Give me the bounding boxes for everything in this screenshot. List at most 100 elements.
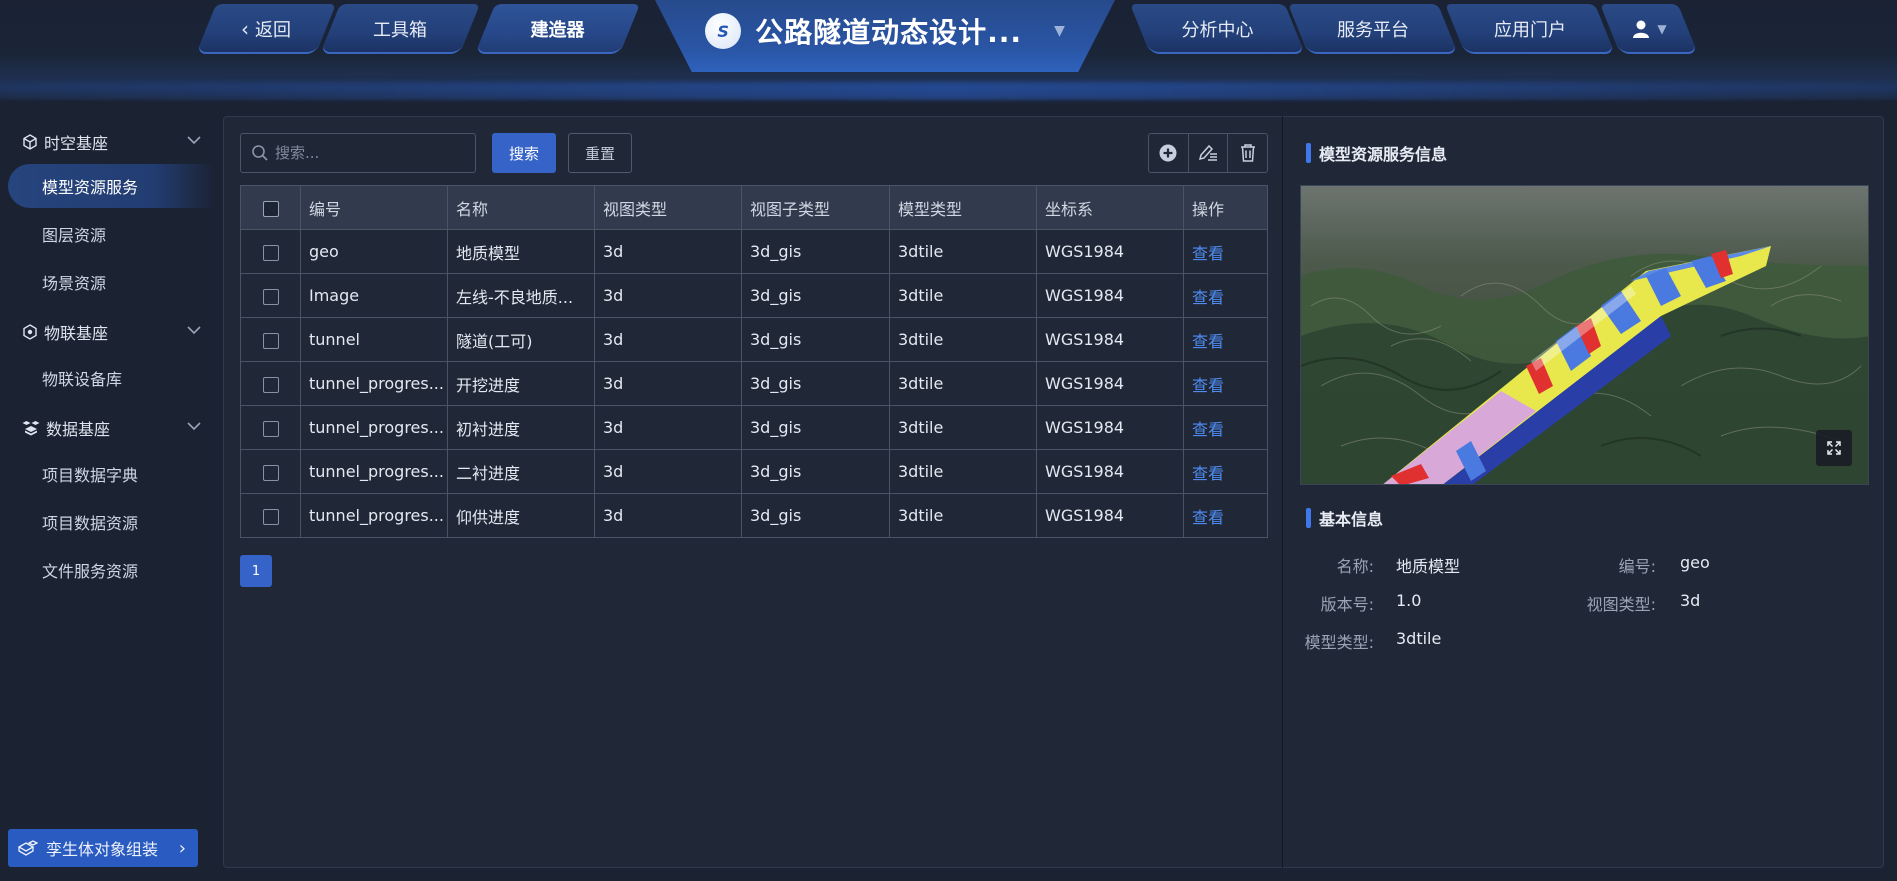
view-link[interactable]: 查看 [1192, 376, 1224, 395]
search-icon [252, 145, 268, 161]
table-row[interactable]: tunnel_progres... 开挖进度 3d 3d_gis 3dtile … [240, 361, 1268, 406]
add-button[interactable] [1149, 134, 1189, 172]
nav-service-label: 服务平台 [1337, 20, 1409, 41]
sidebar-item-label: 物联设备库 [42, 370, 123, 389]
edit-button[interactable] [1189, 134, 1229, 172]
table-row[interactable]: tunnel_progres... 二衬进度 3d 3d_gis 3dtile … [240, 449, 1268, 494]
app-title-switcher[interactable]: S 公路隧道动态设计... ▼ [655, 0, 1115, 72]
plus-circle-icon [1159, 144, 1177, 162]
view-link[interactable]: 查看 [1192, 420, 1224, 439]
sidebar-group-label: 时空基座 [44, 134, 109, 153]
search-input[interactable] [275, 144, 465, 162]
view-link[interactable]: 查看 [1192, 288, 1224, 307]
view-link[interactable]: 查看 [1192, 244, 1224, 263]
cell-crs: WGS1984 [1036, 229, 1184, 274]
select-all-cell [240, 185, 301, 230]
trash-icon [1240, 144, 1255, 162]
cell-crs: WGS1984 [1036, 449, 1184, 494]
row-checkbox[interactable] [262, 420, 279, 437]
cell-name: 初衬进度 [447, 405, 595, 450]
cell-view-subtype: 3d_gis [741, 361, 890, 406]
sidebar-group-iot[interactable]: 物联基座 [22, 320, 202, 344]
sidebar-group-spatiotemporal[interactable]: 时空基座 [22, 130, 202, 154]
blocks-icon [18, 840, 38, 856]
view-link[interactable]: 查看 [1192, 508, 1224, 527]
cell-name: 地质模型 [447, 229, 595, 274]
column-header: 操作 [1183, 185, 1268, 230]
sidebar-item-scene-resource[interactable]: 场景资源 [8, 260, 216, 304]
nav-tab-portal[interactable]: 应用门户 [1444, 4, 1616, 54]
cell-view-type: 3d [594, 229, 742, 274]
cell-model-type: 3dtile [889, 493, 1037, 538]
boxes-icon [22, 421, 40, 436]
sidebar-item-label: 模型资源服务 [42, 178, 139, 197]
search-button[interactable]: 搜索 [492, 133, 556, 173]
table-row[interactable]: geo 地质模型 3d 3d_gis 3dtile WGS1984 查看 [240, 229, 1268, 274]
edit-icon [1198, 144, 1217, 161]
user-menu-button[interactable]: ▼ [1599, 4, 1699, 54]
cell-crs: WGS1984 [1036, 317, 1184, 362]
nav-toolbox-label: 工具箱 [373, 20, 427, 41]
nav-tab-toolbox[interactable]: 工具箱 [319, 4, 481, 54]
sidebar-item-model-service[interactable]: 模型资源服务 [8, 164, 216, 208]
row-checkbox[interactable] [262, 508, 279, 525]
cell-view-subtype: 3d_gis [741, 493, 890, 538]
sidebar-item-label: 图层资源 [42, 226, 107, 245]
cell-model-type: 3dtile [889, 273, 1037, 318]
sidebar-item-label: 文件服务资源 [42, 562, 139, 581]
service-info-heading: 模型资源服务信息 [1306, 142, 1447, 164]
search-field[interactable] [240, 133, 476, 173]
sidebar-group-data[interactable]: 数据基座 [22, 416, 202, 440]
cell-view-type: 3d [594, 405, 742, 450]
caret-down-icon: ▼ [1657, 22, 1667, 36]
table-row[interactable]: Image 左线-不良地质... 3d 3d_gis 3dtile WGS198… [240, 273, 1268, 318]
view-link[interactable]: 查看 [1192, 464, 1224, 483]
view-link[interactable]: 查看 [1192, 332, 1224, 351]
nav-back-label: 返回 [255, 20, 291, 41]
cell-view-type: 3d [594, 361, 742, 406]
panel-divider [1282, 116, 1283, 868]
cell-crs: WGS1984 [1036, 361, 1184, 406]
row-checkbox[interactable] [262, 288, 279, 305]
sidebar-item-layer-resource[interactable]: 图层资源 [8, 212, 216, 256]
cell-id: tunnel_progres... [300, 493, 448, 538]
nav-tab-analysis[interactable]: 分析中心 [1129, 4, 1306, 54]
sidebar-item-file-service-resource[interactable]: 文件服务资源 [8, 548, 216, 592]
sidebar-item-project-data-dictionary[interactable]: 项目数据字典 [8, 452, 216, 496]
twin-object-assemble-button[interactable]: 孪生体对象组装 › [8, 829, 198, 867]
delete-button[interactable] [1228, 134, 1267, 172]
column-header: 坐标系 [1036, 185, 1184, 230]
view-type-label: 视图类型: [1586, 595, 1656, 614]
sidebar-item-project-data-resource[interactable]: 项目数据资源 [8, 500, 216, 544]
row-checkbox[interactable] [262, 332, 279, 349]
chevron-down-icon [187, 422, 201, 431]
chevron-right-icon: › [178, 837, 186, 859]
row-checkbox[interactable] [262, 464, 279, 481]
reset-button[interactable]: 重置 [568, 133, 632, 173]
nav-builder-label: 建造器 [530, 20, 585, 41]
cell-view-type: 3d [594, 317, 742, 362]
table-row[interactable]: tunnel_progres... 初衬进度 3d 3d_gis 3dtile … [240, 405, 1268, 450]
row-checkbox[interactable] [262, 244, 279, 261]
table-row[interactable]: tunnel 隧道(工可) 3d 3d_gis 3dtile WGS1984 查… [240, 317, 1268, 362]
cell-model-type: 3dtile [889, 405, 1037, 450]
nav-tab-builder[interactable]: 建造器 [474, 4, 641, 54]
service-info-title: 模型资源服务信息 [1319, 145, 1448, 164]
model-service-table: 编号 名称 视图类型 视图子类型 模型类型 坐标系 操作 geo 地质模型 3d… [240, 185, 1268, 538]
table-row[interactable]: tunnel_progres... 仰供进度 3d 3d_gis 3dtile … [240, 493, 1268, 538]
cell-view-type: 3d [594, 273, 742, 318]
model-type-value: 3dtile [1396, 629, 1442, 648]
pagination-page-button[interactable]: 1 [240, 555, 272, 587]
nav-tab-service[interactable]: 服务平台 [1287, 4, 1459, 54]
select-all-checkbox[interactable] [262, 200, 279, 217]
version-value: 1.0 [1396, 591, 1422, 610]
nav-back-button[interactable]: ‹ 返回 [195, 4, 337, 54]
sidebar-item-iot-device-library[interactable]: 物联设备库 [8, 356, 216, 400]
fullscreen-button[interactable] [1816, 430, 1852, 466]
column-header: 视图类型 [594, 185, 742, 230]
row-checkbox[interactable] [262, 376, 279, 393]
cell-view-type: 3d [594, 493, 742, 538]
cell-view-subtype: 3d_gis [741, 273, 890, 318]
chevron-left-icon: ‹ [241, 17, 249, 41]
model-preview-viewer[interactable] [1300, 185, 1869, 485]
